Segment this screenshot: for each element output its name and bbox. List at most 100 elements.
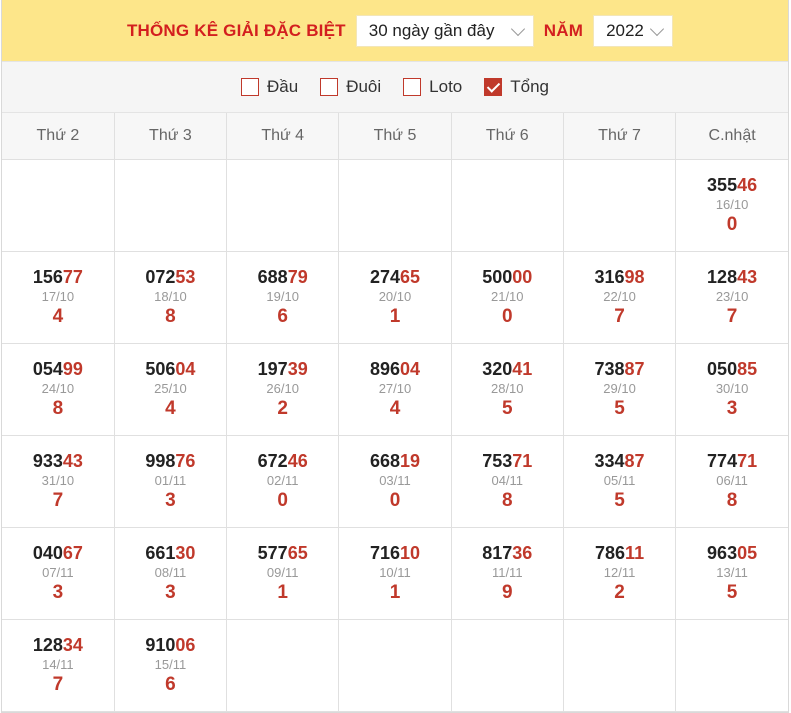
prize-number: 91006 xyxy=(115,635,226,655)
draw-date: 04/11 xyxy=(491,473,524,488)
prize-number-head: 156 xyxy=(32,267,63,287)
filter-duoi-checkbox[interactable]: Đuôi xyxy=(320,77,381,97)
day-cell: 66819 03/11 0 xyxy=(338,435,452,528)
prize-number-tail: 71 xyxy=(512,451,533,471)
filter-label: Loto xyxy=(429,77,463,96)
day-cell: 81736 11/11 9 xyxy=(451,527,564,620)
prize-number-tail: 43 xyxy=(62,451,83,471)
prize-number-head: 933 xyxy=(32,451,63,471)
prize-number: 81736 xyxy=(452,543,563,563)
draw-date: 25/10 xyxy=(154,381,187,396)
prize-number-tail: 46 xyxy=(737,175,758,195)
prize-number: 35546 xyxy=(676,175,788,195)
digit-sum: 4 xyxy=(52,306,64,327)
calendar-body: 35546 16/10 0 15677 17/10 4 07253 18/10 8 68879 19… xyxy=(2,159,788,712)
prize-number-tail: 41 xyxy=(512,359,533,379)
draw-date: 03/11 xyxy=(379,473,411,488)
prize-number-tail: 10 xyxy=(399,543,421,563)
prize-number-head: 998 xyxy=(145,451,176,471)
year-select[interactable]: 2022 xyxy=(593,14,674,47)
prize-number-tail: 65 xyxy=(399,267,421,287)
empty-day-cell xyxy=(338,159,452,252)
draw-date: 27/10 xyxy=(378,381,412,396)
prize-number-head: 054 xyxy=(32,359,63,379)
prize-number: 04067 xyxy=(2,543,114,563)
prize-number-head: 896 xyxy=(369,359,400,379)
prize-number: 77471 xyxy=(676,451,788,471)
prize-number-head: 072 xyxy=(145,267,176,287)
prize-number: 73887 xyxy=(564,359,675,379)
draw-date: 26/10 xyxy=(266,381,299,396)
draw-date: 19/10 xyxy=(266,289,299,304)
prize-number-head: 197 xyxy=(257,359,288,379)
prize-number: 19739 xyxy=(227,359,338,379)
prize-number-tail: 53 xyxy=(175,267,196,287)
prize-number-head: 316 xyxy=(594,267,625,287)
range-select[interactable]: 30 ngày gần đây xyxy=(355,14,534,47)
draw-date: 08/11 xyxy=(154,565,187,580)
prize-number-tail: 11 xyxy=(625,543,645,563)
empty-day-cell xyxy=(451,619,564,712)
prize-number-head: 040 xyxy=(32,543,63,563)
draw-date: 30/10 xyxy=(715,381,749,396)
checkbox-checked-icon xyxy=(484,78,503,96)
prize-number-tail: 46 xyxy=(287,451,308,471)
digit-sum: 1 xyxy=(277,582,288,603)
draw-date: 16/10 xyxy=(715,197,749,212)
range-select-value: 30 ngày gần đây xyxy=(368,20,495,40)
digit-sum: 7 xyxy=(614,306,625,327)
digit-sum: 4 xyxy=(165,398,176,419)
digit-sum: 4 xyxy=(389,398,401,419)
draw-date: 09/11 xyxy=(266,565,299,580)
prize-number: 93343 xyxy=(2,451,114,471)
draw-date: 17/10 xyxy=(41,289,75,304)
day-cell: 27465 20/10 1 xyxy=(338,251,452,344)
digit-sum: 5 xyxy=(614,398,625,419)
draw-date: 14/11 xyxy=(42,657,74,672)
draw-date: 28/10 xyxy=(490,381,524,396)
digit-sum: 7 xyxy=(52,674,64,695)
filter-tong-checkbox[interactable]: Tổng xyxy=(484,77,549,97)
weekday-header: Thứ 5 xyxy=(338,113,452,160)
draw-date: 11/11 xyxy=(491,565,523,580)
digit-sum: 7 xyxy=(52,490,64,511)
day-cell: 77471 06/11 8 xyxy=(675,435,788,528)
prize-number-head: 334 xyxy=(594,451,625,471)
prize-number-head: 355 xyxy=(707,175,738,195)
prize-number: 07253 xyxy=(115,267,226,287)
weekday-header: Thứ 3 xyxy=(114,113,228,160)
prize-number: 27465 xyxy=(339,267,450,287)
draw-date: 18/10 xyxy=(154,289,187,304)
filter-loto-checkbox[interactable]: Loto xyxy=(403,77,462,97)
draw-date: 24/10 xyxy=(41,381,75,396)
digit-sum: 3 xyxy=(165,582,176,603)
prize-number-tail: 67 xyxy=(62,543,83,563)
prize-number-head: 716 xyxy=(369,543,400,563)
week-row: 93343 31/10 7 99876 01/11 3 67246 02/11 0 66819 03… xyxy=(2,435,788,528)
digit-sum: 8 xyxy=(726,490,738,511)
day-cell: 71610 10/11 1 xyxy=(338,527,452,620)
day-cell: 75371 04/11 8 xyxy=(451,435,564,528)
prize-number-tail: 85 xyxy=(737,359,758,379)
prize-number: 50000 xyxy=(452,267,563,287)
weekday-header-row: Thứ 2 Thứ 3 Thứ 4 Thứ 5 Thứ 6 Thứ 7 C.nhật xyxy=(2,113,788,160)
draw-date: 31/10 xyxy=(41,473,75,488)
prize-number-head: 672 xyxy=(257,451,288,471)
prize-number-tail: 30 xyxy=(175,543,196,563)
digit-sum: 5 xyxy=(614,490,625,511)
day-cell: 93343 31/10 7 xyxy=(2,435,115,528)
prize-number-head: 738 xyxy=(594,359,625,379)
digit-sum: 3 xyxy=(165,490,176,511)
draw-date: 21/10 xyxy=(490,289,524,304)
filter-dau-checkbox[interactable]: Đầu xyxy=(241,77,298,97)
week-row: 35546 16/10 0 xyxy=(2,159,788,252)
prize-number-tail: 19 xyxy=(399,451,421,471)
empty-day-cell xyxy=(2,159,115,252)
filter-label: Tổng xyxy=(510,77,549,96)
day-cell: 33487 05/11 5 xyxy=(563,435,677,528)
year-label: NĂM xyxy=(543,20,584,40)
day-cell: 05085 30/10 3 xyxy=(675,343,788,436)
prize-number-tail: 99 xyxy=(62,359,83,379)
prize-number-tail: 36 xyxy=(512,543,533,563)
prize-number-head: 753 xyxy=(482,451,513,471)
